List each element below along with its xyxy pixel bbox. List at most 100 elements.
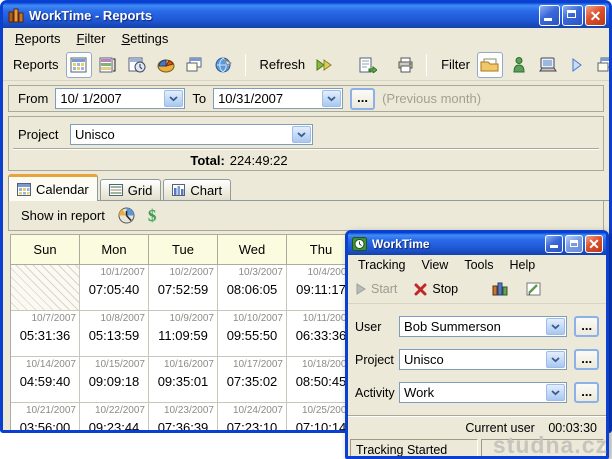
cell-time: 06:33:36 (290, 328, 352, 343)
cell-date: 10/15/2007 (83, 359, 145, 370)
tracker-titlebar[interactable]: WorkTime ✕ (348, 233, 606, 255)
tracker-clock-icon (352, 237, 367, 251)
calendar-day-cell[interactable]: 10/14/200704:59:40 (11, 357, 80, 403)
calendar-day-cell[interactable]: 10/16/200709:35:01 (149, 357, 218, 403)
cell-date: 10/24/2007 (221, 405, 283, 416)
project-combobox[interactable]: Unisco (399, 349, 567, 370)
stop-button[interactable]: Stop (414, 282, 458, 296)
filter-user-button[interactable] (506, 52, 532, 78)
toolbar-separator (426, 54, 427, 76)
menu-tools[interactable]: Tools (456, 256, 501, 274)
maximize-button[interactable] (565, 235, 583, 253)
tracker-menubar: Tracking View Tools Help (348, 255, 606, 275)
project-combobox[interactable]: Unisco (70, 124, 313, 145)
user-browse-button[interactable]: ... (574, 316, 599, 337)
report-tabs: Calendar Grid Chart (8, 176, 610, 201)
chevron-down-icon[interactable] (164, 90, 183, 107)
menu-help[interactable]: Help (502, 256, 544, 274)
to-date-combobox[interactable]: 10/31/2007 (213, 88, 343, 109)
minimize-button[interactable] (539, 5, 560, 26)
calendar-day-cell[interactable]: 10/7/200705:31:36 (11, 311, 80, 357)
calendar-day-cell[interactable]: 10/1/200707:05:40 (80, 265, 149, 311)
tab-grid[interactable]: Grid (100, 179, 162, 200)
chevron-down-icon[interactable] (546, 384, 565, 401)
calendar-empty-cell[interactable] (11, 265, 80, 311)
cell-time: 04:59:40 (14, 374, 76, 389)
tab-chart[interactable]: Chart (163, 179, 231, 200)
close-button[interactable]: ✕ (585, 235, 603, 253)
cell-date: 10/22/2007 (83, 405, 145, 416)
tracker-window: WorkTime ✕ Tracking View Tools Help Star… (345, 230, 609, 459)
calendar-week-row: 10/21/200703:56:0010/22/200709:23:4410/2… (11, 403, 358, 430)
chevron-down-icon[interactable] (292, 126, 311, 143)
timesheet-clock-icon (128, 57, 146, 73)
export-button[interactable] (355, 52, 381, 78)
calendar-week-row: 10/1/200707:05:4010/2/200707:52:5910/3/2… (11, 265, 358, 311)
project-value: Unisco (400, 350, 545, 369)
menu-view[interactable]: View (413, 256, 456, 274)
calendar-day-cell[interactable]: 10/21/200703:56:00 (11, 403, 80, 430)
chevron-down-icon[interactable] (546, 318, 565, 335)
tab-calendar[interactable]: Calendar (8, 174, 98, 201)
total-line: Total:224:49:22 (9, 153, 469, 168)
calendar-day-cell[interactable]: 10/23/2007 07:36:39 (149, 403, 218, 430)
chart-tab-icon (172, 184, 185, 196)
grid-report-icon (99, 57, 116, 73)
cell-date: 10/23/2007 (152, 405, 214, 416)
reports-titlebar[interactable]: WorkTime - Reports ✕ (3, 3, 609, 28)
chevron-down-icon[interactable] (546, 351, 565, 368)
calendar-day-cell[interactable]: 10/10/200709:55:50 (218, 311, 287, 357)
menu-settings[interactable]: Settings (113, 29, 176, 48)
minimize-button[interactable] (545, 235, 563, 253)
calendar-day-cell[interactable]: 10/22/200709:23:44 (80, 403, 149, 430)
cell-date: 10/1/2007 (83, 267, 145, 278)
start-button[interactable]: Start (356, 282, 397, 296)
app-barchart-icon (8, 8, 24, 23)
calendar-day-cell[interactable]: 10/2/200707:52:59 (149, 265, 218, 311)
activity-combobox[interactable]: Work (399, 382, 567, 403)
show-money-icon[interactable]: $ (148, 206, 157, 226)
filter-activity-button[interactable] (564, 52, 590, 78)
user-combobox[interactable]: Bob Summerson (399, 316, 567, 337)
pie-report-button[interactable] (153, 52, 179, 78)
print-button[interactable] (392, 52, 418, 78)
calendar-day-header: Tue (149, 235, 218, 265)
maximize-button[interactable] (562, 5, 583, 26)
cell-date: 10/2/2007 (152, 267, 214, 278)
filter-label: Filter (435, 57, 474, 72)
to-label: To (192, 91, 206, 106)
calendar-day-cell[interactable]: 10/8/200705:13:59 (80, 311, 149, 357)
calendar-day-cell[interactable]: 10/15/200709:09:18 (80, 357, 149, 403)
grid-report-button[interactable] (95, 52, 121, 78)
cell-time: 07:36:39 (152, 420, 214, 430)
copy-report-button[interactable] (182, 52, 208, 78)
filter-computer-button[interactable] (535, 52, 561, 78)
filter-copy-button[interactable] (593, 52, 612, 78)
cell-date: 10/25/2007 (290, 405, 352, 416)
calendar-day-cell[interactable]: 10/24/200707:23:10 (218, 403, 287, 430)
show-time-icon[interactable] (118, 207, 135, 224)
divider (13, 148, 599, 150)
calendar-day-cell[interactable]: 10/17/200707:35:02 (218, 357, 287, 403)
menu-tracking[interactable]: Tracking (350, 256, 413, 274)
edit-log-button[interactable] (520, 276, 546, 302)
chevron-down-icon[interactable] (322, 90, 341, 107)
cell-time: 09:11:17 (290, 282, 352, 297)
project-browse-button[interactable]: ... (574, 349, 599, 370)
timesheet-report-button[interactable] (124, 52, 150, 78)
refresh-button[interactable] (312, 52, 338, 78)
filter-project-button[interactable] (477, 52, 503, 78)
pie-chart-icon (157, 57, 175, 73)
cell-time: 07:35:02 (221, 374, 283, 389)
calendar-day-cell[interactable]: 10/9/200711:09:59 (149, 311, 218, 357)
calendar-report-button[interactable] (66, 52, 92, 78)
menu-reports[interactable]: Reports (7, 29, 69, 48)
activity-browse-button[interactable]: ... (574, 382, 599, 403)
menu-filter[interactable]: Filter (69, 29, 114, 48)
close-button[interactable]: ✕ (585, 5, 606, 26)
from-date-combobox[interactable]: 10/ 1/2007 (55, 88, 185, 109)
reports-shortcut-button[interactable] (487, 276, 513, 302)
date-range-browse-button[interactable]: ... (350, 88, 375, 110)
web-report-button[interactable] (211, 52, 237, 78)
calendar-day-cell[interactable]: 10/3/200708:06:05 (218, 265, 287, 311)
